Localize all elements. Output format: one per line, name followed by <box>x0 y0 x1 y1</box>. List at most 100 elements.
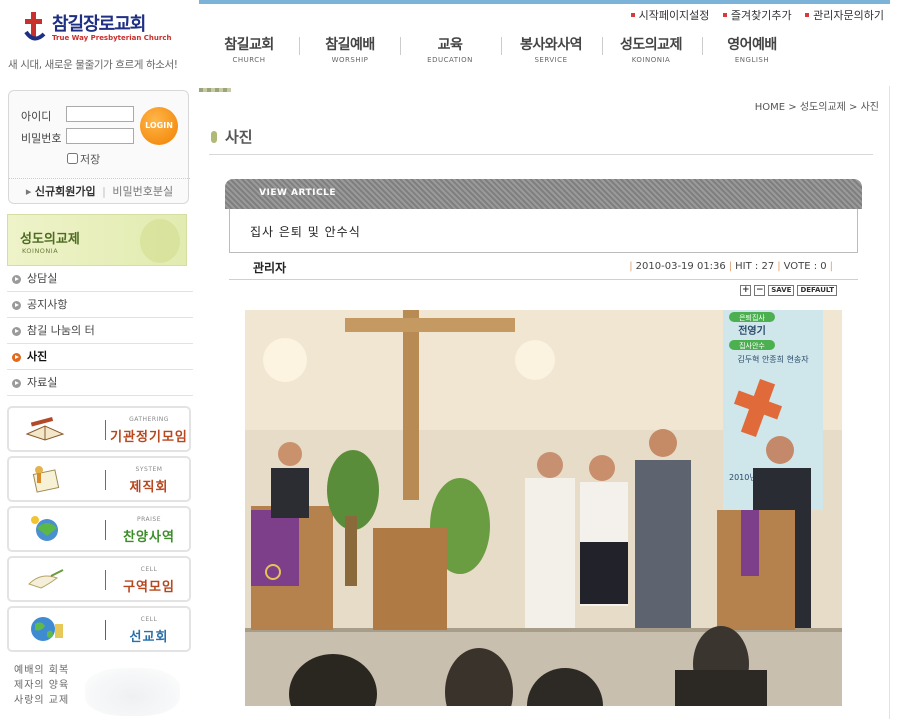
divider: | <box>629 261 633 272</box>
nav-label: 영어예배 <box>727 37 777 53</box>
site-name-english: True Way Presbyterian Church <box>52 34 172 42</box>
nav-worship[interactable]: 참길예배 WORSHIP <box>300 34 400 64</box>
banner-gathering[interactable]: GATHERING 기관정기모임 <box>7 406 191 452</box>
left-menu-item-notice[interactable]: 공지사항 <box>7 292 193 318</box>
church-logo-icon <box>24 12 46 41</box>
divider: | <box>777 261 781 272</box>
left-menu: 상담실 공지사항 참길 나눔의 터 사진 자료실 <box>7 266 193 396</box>
nav-service[interactable]: 봉사와사역 SERVICE <box>501 34 601 64</box>
left-footer-motto: 예배의 회복 제자의 양육 사랑의 교제 <box>14 663 69 708</box>
left-menu-label: 자료실 <box>27 376 58 389</box>
motto-line: 제자의 양육 <box>14 680 70 691</box>
title-divider <box>209 154 873 155</box>
banner-subtitle: PRAISE <box>136 516 162 523</box>
utility-link-label: 즐겨찾기추가 <box>730 9 792 22</box>
main-navigation: 참길교회 CHURCH 참길예배 WORSHIP 교육 EDUCATION 봉사와사역… <box>199 34 819 64</box>
font-size-tools: + − SAVE DEFAULT <box>737 285 837 296</box>
banner-subtitle: CELL <box>140 616 158 623</box>
login-links: ▸ 신규회원가입 | 비밀번호분실 <box>9 178 190 199</box>
site-logo[interactable]: 참길장로교회 True Way Presbyterian Church <box>22 8 172 48</box>
banner-divider <box>105 470 106 490</box>
start-page-link[interactable]: 시작페이지설정 <box>630 9 710 22</box>
left-menu-label: 참길 나눔의 터 <box>27 324 95 337</box>
photo-banner-text: 은퇴집사 <box>739 313 765 322</box>
password-input[interactable] <box>66 128 134 144</box>
banner-title: 기관정기모임 <box>110 430 188 445</box>
left-menu-item-photo[interactable]: 사진 <box>7 344 193 370</box>
nav-english[interactable]: 영어예배 ENGLISH <box>702 34 802 64</box>
church-ceremony-photo: 은퇴집사 전영기 집사안수 김두혁 안종희 현송자 2010년 <box>245 310 842 706</box>
page-title-text: 사진 <box>225 128 253 146</box>
admin-contact-link[interactable]: 관리자문의하기 <box>805 9 884 22</box>
arrow-icon: ▸ <box>25 185 32 198</box>
utility-link-label: 관리자문의하기 <box>813 9 884 22</box>
article-meta: 관리자 | 2010-03-19 01:36 | HIT : 27 | VOTE : 0 | <box>229 256 858 280</box>
left-column: 참길장로교회 True Way Presbyterian Church 새 시대… <box>0 0 198 719</box>
password-label: 비밀번호 <box>21 132 62 145</box>
article-author: 관리자 <box>253 261 287 275</box>
article-title: 집사 은퇴 및 안수식 <box>250 225 361 239</box>
section-title: 성도의교제 <box>20 232 80 247</box>
article-votes: VOTE : 0 <box>783 261 827 272</box>
banner-title: 찬양사역 <box>123 530 175 545</box>
photo-banner-text: 2010년 <box>729 472 757 482</box>
arrow-bullet-icon <box>12 353 21 362</box>
nav-sublabel: SERVICE <box>534 56 568 64</box>
view-article-label: VIEW ARTICLE <box>259 188 336 198</box>
bullet-icon <box>805 13 810 17</box>
document-icon <box>32 466 60 493</box>
motto-line: 사랑의 교제 <box>14 695 70 706</box>
nav-label: 참길교회 <box>224 37 274 53</box>
dove-icon <box>28 569 64 589</box>
left-menu-item-sharing[interactable]: 참길 나눔의 터 <box>7 318 193 344</box>
leaf-decoration-icon <box>140 219 180 263</box>
banner-mission[interactable]: CELL 선교회 <box>7 606 191 652</box>
globe-icon <box>31 617 63 641</box>
save-label: 저장 <box>80 153 101 166</box>
nav-education[interactable]: 교육 EDUCATION <box>400 34 500 64</box>
title-bullet-icon <box>211 131 217 143</box>
utility-link-label: 시작페이지설정 <box>638 9 710 22</box>
banner-divider <box>105 420 106 440</box>
nav-sublabel: EDUCATION <box>427 56 473 64</box>
banner-title: 구역모임 <box>123 580 175 595</box>
default-font-button[interactable]: DEFAULT <box>797 285 837 296</box>
left-menu-item-counseling[interactable]: 상담실 <box>7 266 193 292</box>
save-font-button[interactable]: SAVE <box>768 285 795 296</box>
article-photo[interactable]: 은퇴집사 전영기 집사안수 김두혁 안종희 현송자 2010년 <box>245 310 842 706</box>
nav-koinonia[interactable]: 성도의교제 KOINONIA <box>601 34 701 64</box>
article-info: | 2010-03-19 01:36 | HIT : 27 | VOTE : 0 | <box>626 261 836 272</box>
zoom-in-button[interactable]: + <box>740 285 752 296</box>
banner-title: 선교회 <box>129 630 169 645</box>
left-menu-label: 상담실 <box>27 272 58 285</box>
banner-praise[interactable]: PRAISE 찬양사역 <box>7 506 191 552</box>
site-name: 참길장로교회 <box>52 14 146 35</box>
bookmark-link[interactable]: 즐겨찾기추가 <box>722 9 792 22</box>
save-checkbox[interactable] <box>67 153 78 164</box>
nav-church[interactable]: 참길교회 CHURCH <box>199 34 299 64</box>
breadcrumb: HOME > 성도의교제 > 사진 <box>754 102 879 113</box>
left-menu-item-archive[interactable]: 자료실 <box>7 370 193 396</box>
nav-label: 성도의교제 <box>620 37 682 53</box>
side-banners: GATHERING 기관정기모임 SYSTEM 제직회 PRAISE 찬양사역 <box>7 406 191 656</box>
arrow-bullet-icon <box>12 275 21 284</box>
id-input[interactable] <box>66 106 134 122</box>
nav-label: 봉사와사역 <box>520 37 582 53</box>
left-menu-label: 공지사항 <box>27 298 68 311</box>
divider: | <box>102 185 106 198</box>
zoom-out-button[interactable]: − <box>754 285 766 296</box>
join-link[interactable]: 신규회원가입 <box>35 185 96 198</box>
nav-sublabel: CHURCH <box>232 56 266 64</box>
banner-divider <box>105 520 106 540</box>
save-login-checkbox[interactable]: 저장 <box>67 151 100 167</box>
banner-system[interactable]: SYSTEM 제직회 <box>7 456 191 502</box>
arrow-bullet-icon <box>12 327 21 336</box>
find-password-link[interactable]: 비밀번호분실 <box>112 185 173 198</box>
top-header: 시작페이지설정 즐겨찾기추가 관리자문의하기 참길교회 CHURCH 참길예배 WO… <box>199 0 900 92</box>
site-slogan: 새 시대, 새로운 물줄기가 흐르게 하소서! <box>8 59 178 71</box>
banner-cell-group[interactable]: CELL 구역모임 <box>7 556 191 602</box>
nav-sublabel: ENGLISH <box>734 56 770 64</box>
login-button[interactable]: LOGIN <box>140 107 178 145</box>
article-hits: HIT : 27 <box>735 261 775 272</box>
banner-subtitle: GATHERING <box>129 416 169 423</box>
